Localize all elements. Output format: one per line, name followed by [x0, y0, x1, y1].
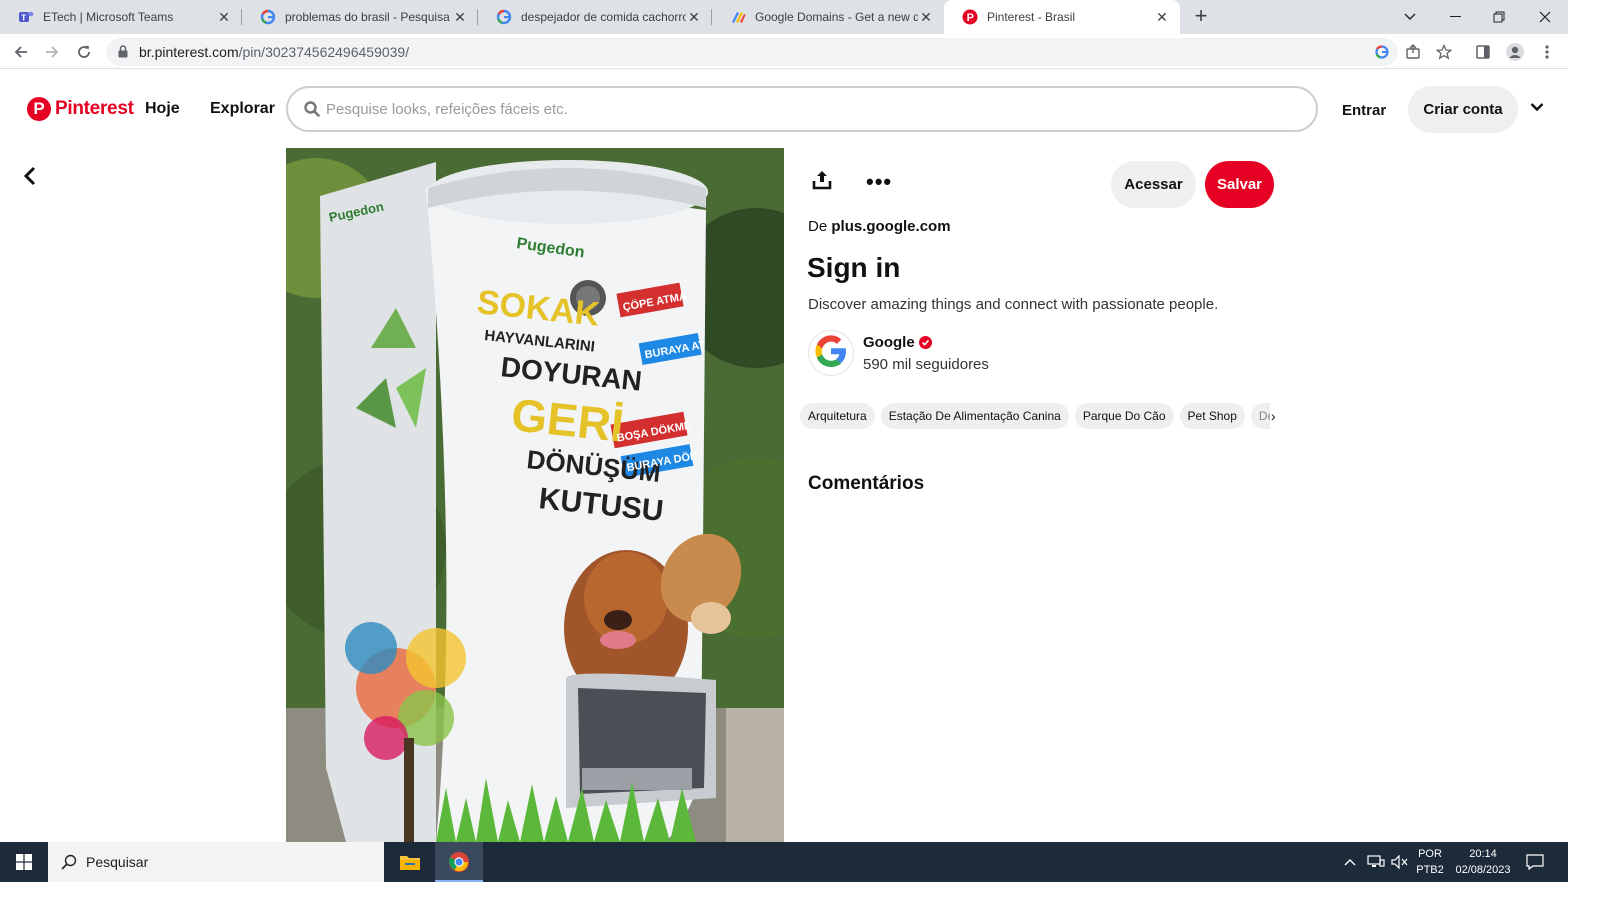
svg-text:P: P [967, 12, 974, 24]
windows-start-icon[interactable] [0, 842, 48, 882]
source-prefix: De [808, 218, 828, 235]
tab-title: problemas do brasil - Pesquisa Go [285, 10, 452, 24]
tag-chip[interactable]: Decora [1250, 403, 1270, 429]
tag-chip[interactable]: Parque Do Cão [1074, 403, 1174, 429]
search-icon [304, 101, 320, 122]
address-field[interactable]: br.pinterest.com/pin/302374562496459039/ [106, 38, 1398, 66]
chevron-right-icon[interactable]: › [1271, 408, 1276, 424]
forward-arrow-icon[interactable] [40, 40, 64, 64]
url-text: br.pinterest.com/pin/302374562496459039/ [139, 44, 410, 60]
tag-chip[interactable]: Estação De Alimentação Canina [880, 403, 1069, 429]
share-icon[interactable] [812, 170, 832, 195]
tab-title: despejador de comida cachorro - [521, 10, 686, 24]
side-panel-icon[interactable] [1471, 40, 1495, 64]
creator-followers: 590 mil seguidores [863, 356, 989, 373]
lock-icon[interactable] [118, 45, 128, 63]
close-tab-icon[interactable]: ✕ [686, 9, 702, 26]
tab-teams[interactable]: T ETech | Microsoft Teams ✕ [0, 0, 242, 34]
clock-time: 20:14 [1469, 848, 1497, 860]
clock[interactable]: 20:14 02/08/2023 [1450, 846, 1516, 878]
address-toolbar: br.pinterest.com/pin/302374562496459039/ [0, 34, 1568, 69]
pinterest-icon: P [962, 9, 978, 25]
tab-title: Pinterest - Brasil [987, 10, 1076, 24]
google-icon [260, 9, 276, 25]
login-link[interactable]: Entrar [1342, 102, 1386, 119]
close-tab-icon[interactable]: ✕ [452, 9, 468, 26]
comments-heading: Comentários [808, 473, 925, 494]
creator-name[interactable]: Google [863, 334, 932, 351]
pin-title: Sign in [807, 252, 901, 283]
google-domains-icon [730, 9, 746, 25]
source-domain-link[interactable]: plus.google.com [831, 218, 950, 235]
more-options-icon[interactable]: ••• [866, 171, 892, 193]
signup-button[interactable]: Criar conta [1408, 86, 1518, 133]
tab-google-search-2[interactable]: despejador de comida cachorro - ✕ [478, 0, 712, 34]
tag-chip[interactable]: Pet Shop [1179, 403, 1245, 429]
chrome-menu-icon[interactable] [1535, 40, 1559, 64]
google-icon [496, 9, 512, 25]
search-bar[interactable] [286, 86, 1318, 132]
close-tab-icon[interactable]: ✕ [918, 9, 934, 26]
chrome-icon[interactable] [435, 842, 483, 882]
google-logo-icon [813, 333, 849, 374]
language-code: POR [1418, 848, 1442, 860]
reload-icon[interactable] [72, 40, 96, 64]
verified-badge-icon [918, 336, 932, 349]
nav-explore-link[interactable]: Explorar [210, 100, 275, 118]
visit-button[interactable]: Acessar [1111, 161, 1196, 208]
windows-taskbar: Pesquisar POR PTB2 20:14 02/08/2023 [0, 842, 1568, 882]
bookmark-star-icon[interactable] [1432, 40, 1456, 64]
minimize-button[interactable] [1440, 0, 1470, 34]
tab-pinterest[interactable]: P Pinterest - Brasil ✕ [944, 0, 1180, 34]
network-icon[interactable] [1367, 842, 1385, 882]
pin-image[interactable]: Pugedon Pugedon SOKAK HAYVANLARINI DOYUR… [286, 148, 784, 842]
tag-chip[interactable]: Arquitetura [800, 403, 875, 429]
profile-avatar-icon[interactable] [1503, 40, 1527, 64]
creator-avatar[interactable] [808, 330, 854, 376]
back-button[interactable] [16, 164, 44, 192]
search-icon [60, 853, 78, 876]
close-window-button[interactable] [1530, 0, 1560, 34]
volume-muted-icon[interactable] [1391, 842, 1409, 882]
google-lens-icon[interactable] [1370, 40, 1394, 64]
tab-google-domains[interactable]: Google Domains - Get a new dom ✕ [712, 0, 944, 34]
tag-list: Arquitetura Estação De Alimentação Canin… [800, 403, 1270, 429]
pinterest-header: P Pinterest Hoje Explorar Entrar Criar c… [0, 70, 1568, 148]
close-tab-icon[interactable]: ✕ [216, 9, 232, 26]
chevron-left-icon [23, 166, 37, 191]
back-arrow-icon[interactable] [9, 40, 33, 64]
chevron-down-icon[interactable] [1530, 99, 1544, 117]
svg-text:T: T [21, 13, 26, 22]
browser-tab-strip: T ETech | Microsoft Teams ✕ problemas do… [0, 0, 1568, 34]
creator-name-text: Google [863, 334, 915, 351]
share-page-icon[interactable] [1401, 40, 1425, 64]
pin-source: De plus.google.com [808, 218, 951, 235]
tab-google-search-1[interactable]: problemas do brasil - Pesquisa Go ✕ [242, 0, 478, 34]
teams-icon: T [18, 9, 34, 25]
notifications-icon[interactable] [1526, 842, 1544, 882]
logo-text: Pinterest [55, 98, 134, 119]
pinterest-logo[interactable]: P Pinterest [27, 97, 134, 121]
save-button[interactable]: Salvar [1205, 161, 1274, 208]
show-hidden-icons-chevron-icon[interactable] [1344, 842, 1356, 882]
nav-today-link[interactable]: Hoje [145, 100, 180, 118]
file-explorer-icon[interactable] [386, 842, 434, 882]
pinterest-logo-icon: P [27, 97, 51, 121]
tab-title: Google Domains - Get a new dom [755, 10, 918, 24]
keyboard-layout: PTB2 [1416, 864, 1444, 876]
pin-description: Discover amazing things and connect with… [808, 296, 1219, 313]
tab-title: ETech | Microsoft Teams [43, 10, 174, 24]
language-indicator[interactable]: POR PTB2 [1414, 846, 1446, 878]
tab-search-chevron-icon[interactable] [1396, 0, 1424, 34]
taskbar-search-box[interactable]: Pesquisar [48, 842, 384, 882]
search-input[interactable] [326, 97, 1286, 121]
close-tab-icon[interactable]: ✕ [1154, 9, 1170, 26]
new-tab-button[interactable]: + [1188, 5, 1214, 29]
clock-date: 02/08/2023 [1455, 864, 1511, 876]
taskbar-search-text: Pesquisar [86, 854, 149, 870]
restore-button[interactable] [1484, 0, 1514, 34]
